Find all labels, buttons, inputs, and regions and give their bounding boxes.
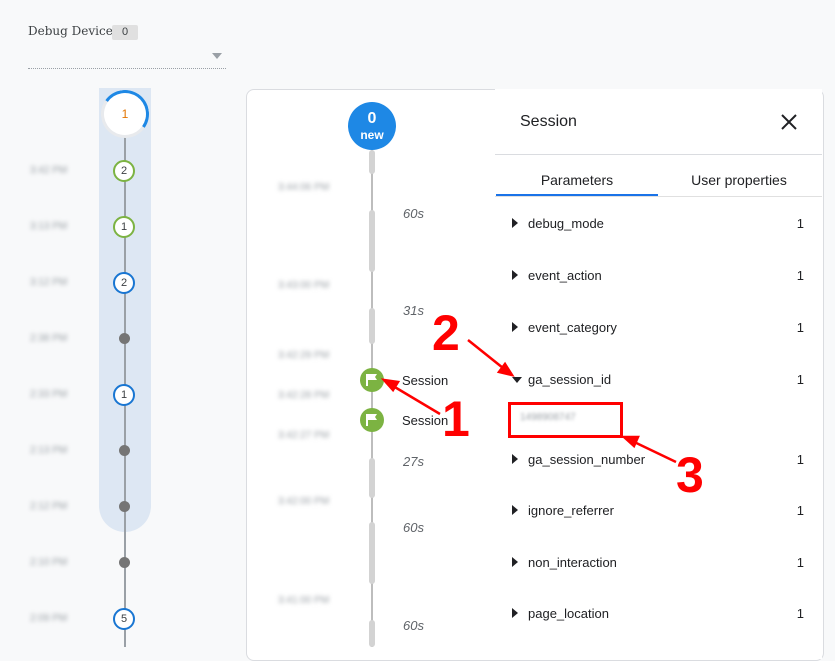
second-time: 3:42:28 PM [278,390,330,401]
parameter-count: 1 [796,216,804,231]
seconds-gap-bar [369,620,375,647]
active-tab-indicator [496,194,658,196]
parameter-name: event_category [528,320,617,335]
details-title: Session [520,113,577,130]
seconds-gap-bar [369,458,375,498]
flag-icon[interactable] [360,368,384,392]
minute-time: 2:12 PM [30,501,68,512]
seconds-gap-label: 60s [403,206,424,221]
caret-right-icon[interactable] [512,322,518,332]
minute-time: 2:10 PM [30,557,68,568]
seconds-gap-label: 60s [403,618,424,633]
minute-time: 2:33 PM [30,389,68,400]
seconds-gap-bar [369,308,375,344]
minute-time: 2:13 PM [30,445,68,456]
seconds-gap-bar [369,150,375,174]
caret-right-icon[interactable] [512,454,518,464]
minute-time: 3:12 PM [30,277,68,288]
minute-time: 3:42 PM [30,165,68,176]
parameter-name: debug_mode [528,216,604,231]
minute-event-circle[interactable]: 2 [113,272,135,294]
tabs-divider [495,196,822,197]
parameter-row[interactable]: ignore_referrer 1 [512,499,808,523]
caret-down-icon[interactable] [512,377,522,383]
tab-user-properties[interactable]: User properties [658,172,820,196]
parameter-count: 1 [796,503,804,518]
new-events-badge[interactable]: 0 new [348,102,396,150]
current-minute-count: 1 [121,107,129,121]
caret-right-icon[interactable] [512,557,518,567]
minute-event-circle[interactable]: 1 [113,216,135,238]
minute-dot[interactable] [119,557,130,568]
parameter-row[interactable]: ga_session_number 1 [512,448,808,472]
new-events-count: 0 [367,110,377,127]
minute-time: 2:09 PM [30,613,68,624]
parameter-name: ga_session_id [528,372,612,387]
debug-device-label: Debug Device [28,24,113,38]
parameter-name: non_interaction [528,555,617,570]
parameter-name: event_action [528,268,602,283]
second-time: 3:43:00 PM [278,280,330,291]
annotation-number: 1 [442,391,470,447]
caret-right-icon[interactable] [512,505,518,515]
new-events-label: new [360,128,384,142]
caret-right-icon[interactable] [512,270,518,280]
seconds-gap-label: 60s [403,520,424,535]
parameter-row[interactable]: page_location 1 [512,602,808,626]
close-icon[interactable] [777,110,801,134]
second-time: 3:42:27 PM [278,430,330,441]
parameter-name: ga_session_number [528,452,646,467]
parameter-count: 1 [796,555,804,570]
parameter-count: 1 [796,452,804,467]
parameter-count: 1 [796,372,804,387]
parameter-row[interactable]: event_category 1 [512,316,808,340]
minute-dot[interactable] [119,333,130,344]
tab-parameters[interactable]: Parameters [496,172,658,196]
second-time: 3:44:06 PM [278,182,330,193]
debug-device-select[interactable] [28,46,226,69]
caret-right-icon[interactable] [512,608,518,618]
parameter-row[interactable]: non_interaction 1 [512,551,808,575]
caret-right-icon[interactable] [512,218,518,228]
parameter-row-expanded[interactable]: ga_session_id 1 [512,368,808,392]
parameter-row[interactable]: event_action 1 [512,264,808,288]
annotation-number: 2 [432,305,460,361]
seconds-gap-bar [369,522,375,584]
parameter-count: 1 [796,268,804,283]
minute-dot[interactable] [119,445,130,456]
debug-device-count-badge: 0 [112,25,138,40]
parameter-row[interactable]: debug_mode 1 [512,212,808,236]
second-time: 3:42:00 PM [278,496,330,507]
parameter-name: ignore_referrer [528,503,614,518]
seconds-gap-bar [369,210,375,272]
minute-event-circle[interactable]: 2 [113,160,135,182]
annotation-number: 3 [676,447,704,503]
second-time: 3:42:29 PM [278,350,330,361]
minute-time: 2:38 PM [30,333,68,344]
flag-icon[interactable] [360,408,384,432]
annotation-highlight-box [508,402,623,438]
seconds-gap-label: 27s [403,454,424,469]
second-time: 3:41:00 PM [278,595,330,606]
details-divider [495,154,822,155]
minute-time: 3:13 PM [30,221,68,232]
minute-event-circle[interactable]: 1 [113,384,135,406]
chevron-down-icon[interactable] [212,53,222,59]
minute-event-circle[interactable]: 5 [113,608,135,630]
parameter-name: page_location [528,606,609,621]
minute-dot[interactable] [119,501,130,512]
parameter-count: 1 [796,606,804,621]
parameter-count: 1 [796,320,804,335]
seconds-gap-label: 31s [403,303,424,318]
event-label-session[interactable]: Session [402,373,448,388]
